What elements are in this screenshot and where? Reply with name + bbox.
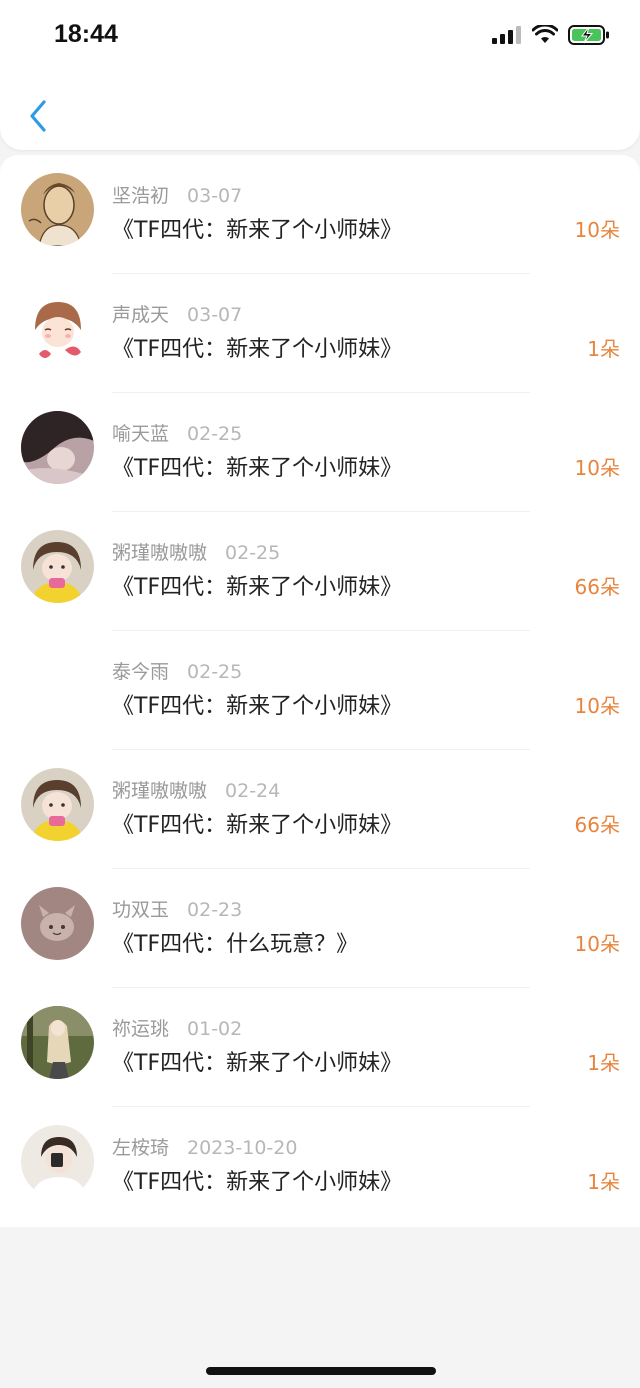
gift-amount: 66朵 [574, 575, 620, 599]
record-date: 02-24 [225, 780, 281, 802]
avatar [21, 649, 94, 722]
avatar [21, 173, 94, 246]
record-date: 01-02 [187, 1018, 243, 1040]
record-meta: 喻天蓝 02-25 [112, 419, 242, 446]
user-name: 声成天 [112, 304, 170, 326]
record-meta: 坚浩初 03-07 [112, 181, 242, 208]
user-name: 功双玉 [112, 899, 170, 921]
list-item[interactable]: 祢运珧 01-02 《TF四代：新来了个小师妹》 1朵 [0, 988, 640, 1107]
work-title: 《TF四代：新来了个小师妹》 [112, 813, 403, 838]
record-date: 02-23 [187, 899, 243, 921]
record-date: 02-25 [187, 661, 243, 683]
record-meta: 声成天 03-07 [112, 300, 242, 327]
record-meta: 泰今雨 02-25 [112, 657, 242, 684]
avatar [21, 1125, 94, 1198]
gift-amount: 10朵 [574, 932, 620, 956]
avatar [21, 768, 94, 841]
avatar [21, 1006, 94, 1079]
gift-amount: 66朵 [574, 813, 620, 837]
gift-record-list: 坚浩初 03-07 《TF四代：新来了个小师妹》 10朵 声成天 03-07 《TF… [0, 155, 640, 1227]
list-item[interactable]: 喻天蓝 02-25 《TF四代：新来了个小师妹》 10朵 [0, 393, 640, 512]
record-meta: 左桉琦 2023-10-20 [112, 1133, 297, 1160]
top-bar: 18:44 [0, 0, 640, 150]
cellular-signal-icon [492, 26, 521, 44]
avatar [21, 292, 94, 365]
user-name: 泰今雨 [112, 661, 170, 683]
gift-amount: 1朵 [587, 337, 620, 361]
avatar [21, 530, 94, 603]
list-item[interactable]: 粥瑾嗷嗷嗷 02-25 《TF四代：新来了个小师妹》 66朵 [0, 512, 640, 631]
gift-amount: 1朵 [587, 1170, 620, 1194]
list-item[interactable]: 泰今雨 02-25 《TF四代：新来了个小师妹》 10朵 [0, 631, 640, 750]
record-date: 03-07 [187, 185, 243, 207]
work-title: 《TF四代：新来了个小师妹》 [112, 337, 403, 362]
record-meta: 祢运珧 01-02 [112, 1014, 242, 1041]
list-item[interactable]: 坚浩初 03-07 《TF四代：新来了个小师妹》 10朵 [0, 155, 640, 274]
work-title: 《TF四代：新来了个小师妹》 [112, 456, 403, 481]
record-date: 2023-10-20 [187, 1137, 298, 1159]
list-item[interactable]: 粥瑾嗷嗷嗷 02-24 《TF四代：新来了个小师妹》 66朵 [0, 750, 640, 869]
user-name: 粥瑾嗷嗷嗷 [112, 542, 208, 564]
record-meta: 功双玉 02-23 [112, 895, 242, 922]
user-name: 喻天蓝 [112, 423, 170, 445]
work-title: 《TF四代：新来了个小师妹》 [112, 575, 403, 600]
work-title: 《TF四代：新来了个小师妹》 [112, 1051, 403, 1076]
gift-amount: 10朵 [574, 456, 620, 480]
user-name: 坚浩初 [112, 185, 170, 207]
home-indicator [206, 1367, 436, 1375]
gift-amount: 10朵 [574, 694, 620, 718]
avatar [21, 411, 94, 484]
user-name: 左桉琦 [112, 1137, 170, 1159]
gift-amount: 1朵 [587, 1051, 620, 1075]
work-title: 《TF四代：新来了个小师妹》 [112, 218, 403, 243]
chevron-left-icon [30, 100, 46, 132]
back-button[interactable] [20, 96, 56, 136]
record-date: 02-25 [187, 423, 243, 445]
user-name: 祢运珧 [112, 1018, 170, 1040]
list-item[interactable]: 声成天 03-07 《TF四代：新来了个小师妹》 1朵 [0, 274, 640, 393]
list-item[interactable]: 左桉琦 2023-10-20 《TF四代：新来了个小师妹》 1朵 [0, 1107, 640, 1226]
status-time: 18:44 [54, 20, 118, 48]
record-date: 03-07 [187, 304, 243, 326]
record-date: 02-25 [225, 542, 281, 564]
user-name: 粥瑾嗷嗷嗷 [112, 780, 208, 802]
work-title: 《TF四代：什么玩意？》 [112, 932, 359, 957]
gift-amount: 10朵 [574, 218, 620, 242]
work-title: 《TF四代：新来了个小师妹》 [112, 694, 403, 719]
record-meta: 粥瑾嗷嗷嗷 02-25 [112, 538, 280, 565]
list-item[interactable]: 功双玉 02-23 《TF四代：什么玩意？》 10朵 [0, 869, 640, 988]
work-title: 《TF四代：新来了个小师妹》 [112, 1170, 403, 1195]
wifi-icon [532, 25, 558, 43]
battery-charging-icon [568, 25, 609, 45]
status-icons [492, 22, 610, 48]
record-meta: 粥瑾嗷嗷嗷 02-24 [112, 776, 280, 803]
avatar [21, 887, 94, 960]
